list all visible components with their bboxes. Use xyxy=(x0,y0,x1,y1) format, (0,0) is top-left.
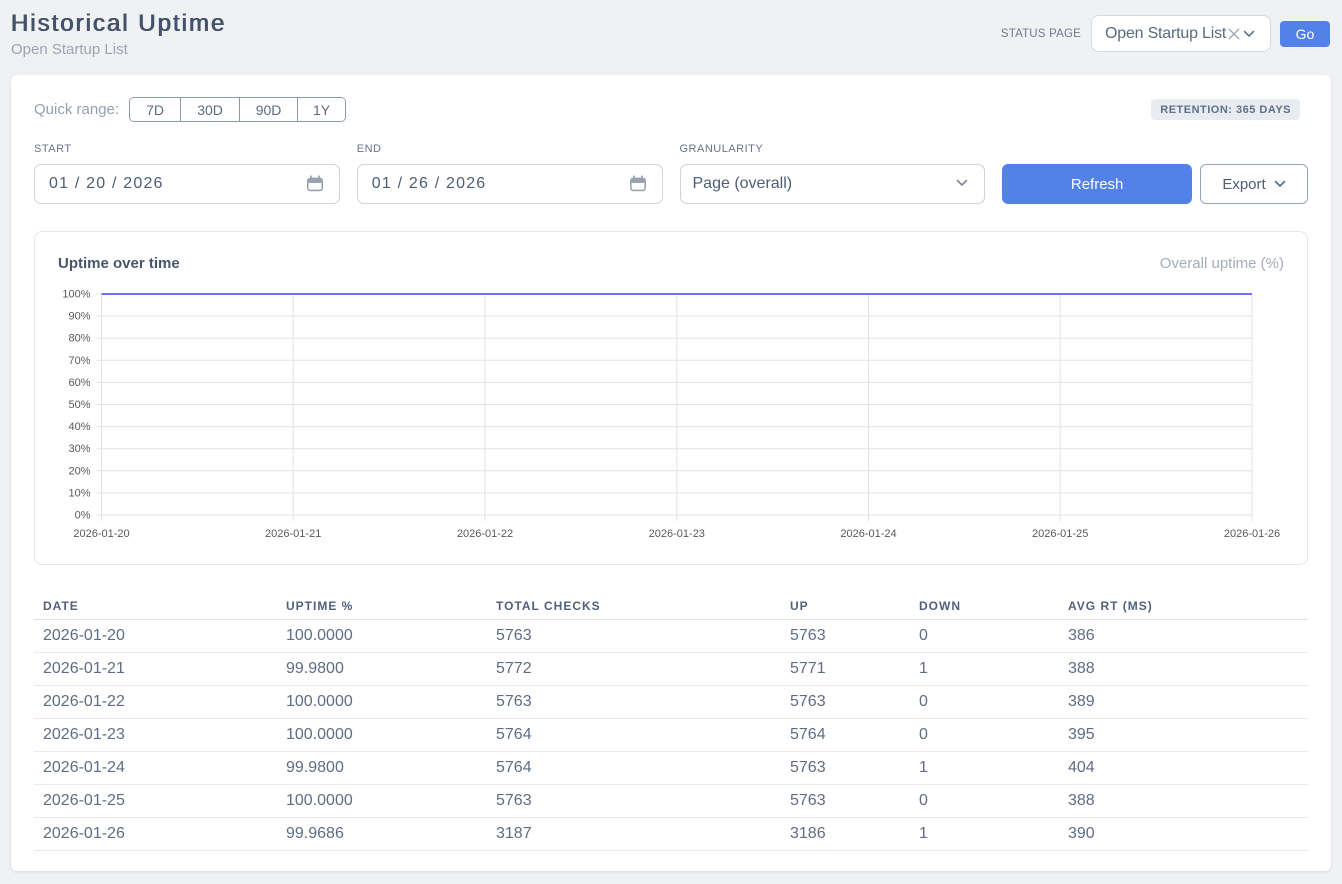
svg-text:2026-01-22: 2026-01-22 xyxy=(457,528,513,540)
svg-text:10%: 10% xyxy=(68,487,90,499)
svg-text:100%: 100% xyxy=(62,289,90,301)
svg-text:2026-01-23: 2026-01-23 xyxy=(649,528,705,540)
svg-text:30%: 30% xyxy=(68,443,90,455)
svg-text:0%: 0% xyxy=(75,510,91,522)
svg-text:40%: 40% xyxy=(68,421,90,433)
svg-text:2026-01-21: 2026-01-21 xyxy=(265,528,321,540)
svg-text:2026-01-25: 2026-01-25 xyxy=(1032,528,1088,540)
svg-text:80%: 80% xyxy=(68,333,90,345)
svg-text:90%: 90% xyxy=(68,311,90,323)
svg-text:50%: 50% xyxy=(68,399,90,411)
svg-text:2026-01-24: 2026-01-24 xyxy=(840,528,896,540)
svg-text:70%: 70% xyxy=(68,355,90,367)
svg-text:20%: 20% xyxy=(68,465,90,477)
svg-text:2026-01-20: 2026-01-20 xyxy=(73,528,129,540)
svg-text:2026-01-26: 2026-01-26 xyxy=(1224,528,1280,540)
svg-text:60%: 60% xyxy=(68,377,90,389)
